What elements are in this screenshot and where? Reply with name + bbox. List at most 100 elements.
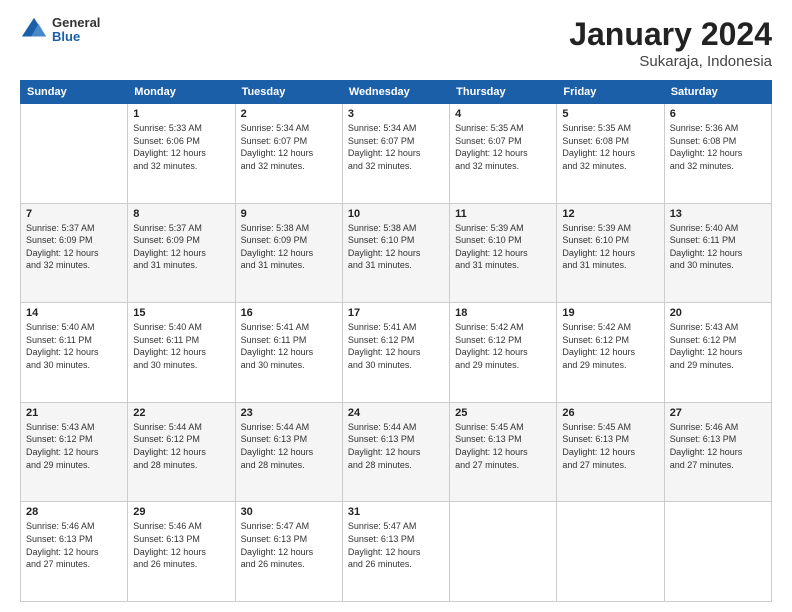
table-row: 2 Sunrise: 5:34 AM Sunset: 6:07 PM Daylig… — [235, 104, 342, 204]
day-info: Sunrise: 5:46 AM Sunset: 6:13 PM Dayligh… — [26, 520, 122, 570]
logo: General Blue — [20, 16, 100, 45]
day-number: 8 — [133, 208, 229, 220]
table-row: 10 Sunrise: 5:38 AM Sunset: 6:10 PM Dayli… — [342, 203, 449, 303]
day-info: Sunrise: 5:43 AM Sunset: 6:12 PM Dayligh… — [670, 321, 766, 371]
day-number: 19 — [562, 307, 658, 319]
day-number: 18 — [455, 307, 551, 319]
table-row: 20Sunrise: 5:43 AM Sunset: 6:12 PM Dayli… — [664, 303, 771, 403]
day-info: Sunrise: 5:47 AM Sunset: 6:13 PM Dayligh… — [348, 520, 444, 570]
col-monday: Monday — [128, 81, 235, 104]
day-number: 26 — [562, 407, 658, 419]
day-info: Sunrise: 5:44 AM Sunset: 6:13 PM Dayligh… — [241, 421, 337, 471]
day-number: 27 — [670, 407, 766, 419]
day-info: Sunrise: 5:39 AM Sunset: 6:10 PM Dayligh… — [455, 222, 551, 272]
day-info: Sunrise: 5:43 AM Sunset: 6:12 PM Dayligh… — [26, 421, 122, 471]
day-number: 21 — [26, 407, 122, 419]
day-info: Sunrise: 5:41 AM Sunset: 6:11 PM Dayligh… — [241, 321, 337, 371]
table-row: 31 Sunrise: 5:47 AM Sunset: 6:13 PM Dayli… — [342, 502, 449, 602]
table-row: 25 Sunrise: 5:45 AM Sunset: 6:13 PM Dayli… — [450, 402, 557, 502]
table-row: 23 Sunrise: 5:44 AM Sunset: 6:13 PM Dayli… — [235, 402, 342, 502]
day-info: Sunrise: 5:38 AM Sunset: 6:09 PM Dayligh… — [241, 222, 337, 272]
day-number: 3 — [348, 108, 444, 120]
title-block: January 2024 Sukaraja, Indonesia — [569, 16, 772, 70]
calendar-table: Sunday Monday Tuesday Wednesday Thursday… — [20, 80, 772, 602]
table-row: 19 Sunrise: 5:42 AM Sunset: 6:12 PM Dayli… — [557, 303, 664, 403]
table-row: 22 Sunrise: 5:44 AM Sunset: 6:12 PM Dayli… — [128, 402, 235, 502]
table-row: 6Sunrise: 5:36 AM Sunset: 6:08 PM Daylig… — [664, 104, 771, 204]
title-month: January 2024 — [569, 16, 772, 53]
day-info: Sunrise: 5:47 AM Sunset: 6:13 PM Dayligh… — [241, 520, 337, 570]
day-number: 29 — [133, 506, 229, 518]
logo-text: General Blue — [52, 16, 100, 45]
day-number: 12 — [562, 208, 658, 220]
day-number: 5 — [562, 108, 658, 120]
day-number: 6 — [670, 108, 766, 120]
day-info: Sunrise: 5:44 AM Sunset: 6:13 PM Dayligh… — [348, 421, 444, 471]
table-row: 15 Sunrise: 5:40 AM Sunset: 6:11 PM Dayli… — [128, 303, 235, 403]
day-number: 24 — [348, 407, 444, 419]
logo-blue: Blue — [52, 30, 100, 44]
day-number: 30 — [241, 506, 337, 518]
logo-icon — [20, 16, 48, 44]
day-info: Sunrise: 5:35 AM Sunset: 6:07 PM Dayligh… — [455, 122, 551, 172]
day-info: Sunrise: 5:46 AM Sunset: 6:13 PM Dayligh… — [670, 421, 766, 471]
day-number: 31 — [348, 506, 444, 518]
calendar-week-row: 28 Sunrise: 5:46 AM Sunset: 6:13 PM Dayli… — [21, 502, 772, 602]
table-row: 27 Sunrise: 5:46 AM Sunset: 6:13 PM Dayli… — [664, 402, 771, 502]
day-info: Sunrise: 5:35 AM Sunset: 6:08 PM Dayligh… — [562, 122, 658, 172]
table-row: 3 Sunrise: 5:34 AM Sunset: 6:07 PM Daylig… — [342, 104, 449, 204]
table-row: 5 Sunrise: 5:35 AM Sunset: 6:08 PM Daylig… — [557, 104, 664, 204]
header: General Blue January 2024 Sukaraja, Indo… — [20, 16, 772, 70]
day-number: 17 — [348, 307, 444, 319]
table-row: 28 Sunrise: 5:46 AM Sunset: 6:13 PM Dayli… — [21, 502, 128, 602]
table-row: 13 Sunrise: 5:40 AM Sunset: 6:11 PM Dayli… — [664, 203, 771, 303]
table-row: 1Sunrise: 5:33 AM Sunset: 6:06 PM Daylig… — [128, 104, 235, 204]
day-info: Sunrise: 5:45 AM Sunset: 6:13 PM Dayligh… — [562, 421, 658, 471]
table-row: 9Sunrise: 5:38 AM Sunset: 6:09 PM Daylig… — [235, 203, 342, 303]
day-info: Sunrise: 5:40 AM Sunset: 6:11 PM Dayligh… — [26, 321, 122, 371]
day-info: Sunrise: 5:46 AM Sunset: 6:13 PM Dayligh… — [133, 520, 229, 570]
day-number: 25 — [455, 407, 551, 419]
calendar-week-row: 1Sunrise: 5:33 AM Sunset: 6:06 PM Daylig… — [21, 104, 772, 204]
table-row: 4 Sunrise: 5:35 AM Sunset: 6:07 PM Daylig… — [450, 104, 557, 204]
day-number: 14 — [26, 307, 122, 319]
day-number: 7 — [26, 208, 122, 220]
day-info: Sunrise: 5:38 AM Sunset: 6:10 PM Dayligh… — [348, 222, 444, 272]
col-friday: Friday — [557, 81, 664, 104]
day-info: Sunrise: 5:45 AM Sunset: 6:13 PM Dayligh… — [455, 421, 551, 471]
title-location: Sukaraja, Indonesia — [569, 53, 772, 70]
day-number: 2 — [241, 108, 337, 120]
day-info: Sunrise: 5:37 AM Sunset: 6:09 PM Dayligh… — [133, 222, 229, 272]
col-wednesday: Wednesday — [342, 81, 449, 104]
table-row: 17 Sunrise: 5:41 AM Sunset: 6:12 PM Dayli… — [342, 303, 449, 403]
day-info: Sunrise: 5:40 AM Sunset: 6:11 PM Dayligh… — [670, 222, 766, 272]
calendar-week-row: 14 Sunrise: 5:40 AM Sunset: 6:11 PM Dayli… — [21, 303, 772, 403]
col-thursday: Thursday — [450, 81, 557, 104]
page: General Blue January 2024 Sukaraja, Indo… — [0, 0, 792, 612]
day-number: 15 — [133, 307, 229, 319]
day-number: 22 — [133, 407, 229, 419]
calendar-week-row: 7 Sunrise: 5:37 AM Sunset: 6:09 PM Daylig… — [21, 203, 772, 303]
table-row — [557, 502, 664, 602]
day-number: 10 — [348, 208, 444, 220]
day-info: Sunrise: 5:41 AM Sunset: 6:12 PM Dayligh… — [348, 321, 444, 371]
table-row: 24 Sunrise: 5:44 AM Sunset: 6:13 PM Dayli… — [342, 402, 449, 502]
day-info: Sunrise: 5:42 AM Sunset: 6:12 PM Dayligh… — [562, 321, 658, 371]
day-number: 4 — [455, 108, 551, 120]
day-number: 13 — [670, 208, 766, 220]
day-info: Sunrise: 5:34 AM Sunset: 6:07 PM Dayligh… — [348, 122, 444, 172]
day-number: 23 — [241, 407, 337, 419]
col-saturday: Saturday — [664, 81, 771, 104]
table-row — [664, 502, 771, 602]
table-row: 30 Sunrise: 5:47 AM Sunset: 6:13 PM Dayli… — [235, 502, 342, 602]
table-row: 11 Sunrise: 5:39 AM Sunset: 6:10 PM Dayli… — [450, 203, 557, 303]
day-number: 28 — [26, 506, 122, 518]
day-info: Sunrise: 5:40 AM Sunset: 6:11 PM Dayligh… — [133, 321, 229, 371]
day-number: 16 — [241, 307, 337, 319]
day-info: Sunrise: 5:39 AM Sunset: 6:10 PM Dayligh… — [562, 222, 658, 272]
day-info: Sunrise: 5:44 AM Sunset: 6:12 PM Dayligh… — [133, 421, 229, 471]
day-info: Sunrise: 5:34 AM Sunset: 6:07 PM Dayligh… — [241, 122, 337, 172]
table-row: 29 Sunrise: 5:46 AM Sunset: 6:13 PM Dayli… — [128, 502, 235, 602]
day-number: 11 — [455, 208, 551, 220]
table-row: 16 Sunrise: 5:41 AM Sunset: 6:11 PM Dayli… — [235, 303, 342, 403]
